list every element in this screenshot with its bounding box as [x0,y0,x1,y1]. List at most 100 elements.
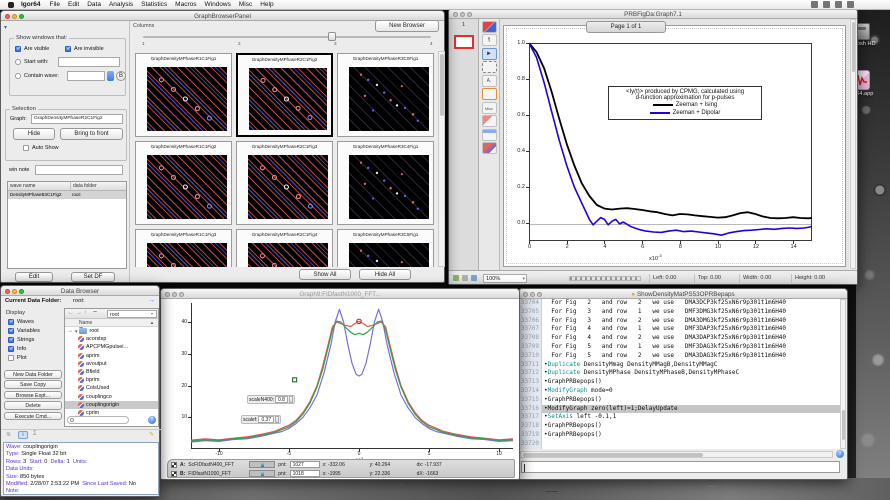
table-row[interactable]: DensityMPhaseB3C1Fig2 root: [8,191,126,199]
cursor-position-slider[interactable] [249,470,275,477]
layout-vscrollbar[interactable] [850,19,856,269]
tree-item-bfield[interactable]: Bfield [65,368,158,376]
variables-checkbox[interactable] [8,328,14,334]
code-line[interactable]: 33711•Duplicate DensityMmag DensityMMagB… [520,361,840,370]
graph-thumbnail[interactable]: GraphDensityMPhaseR2C1Fig4 [236,229,333,267]
code-line[interactable]: 33714•ModifyGraph mode=0 [520,387,840,396]
tree-item-root[interactable]: →▼root [65,327,158,335]
setvar-value[interactable]: 0.37 [258,416,274,423]
code-line[interactable]: 33707 For Fig 4 and row 1 we use DMF3DAP… [520,325,840,334]
graph-thumbnail[interactable]: GraphDensityMPhaseR2C1Fig3 [236,141,333,225]
draw-table-icon[interactable] [482,129,497,141]
setvar-scalef[interactable]: scalef: 0.37 [241,415,281,424]
wave-name-header[interactable]: wave name [8,182,70,191]
plot-checkbox[interactable] [8,355,14,361]
cdf-arrow-icon[interactable]: → [148,297,155,304]
win-note-field[interactable] [35,165,123,175]
scrollbar-thumb[interactable] [523,453,703,457]
command-line-input[interactable] [521,461,840,473]
browse-wave-button[interactable]: B [116,71,126,81]
igor-tool-icon[interactable] [482,21,497,33]
menu-windows[interactable]: Windows [204,1,230,8]
menu-statistics[interactable]: Statistics [141,1,167,8]
deletebutton[interactable]: Delete [4,401,62,410]
data-folder-header[interactable]: data folder [70,182,126,191]
cursor-style-icon[interactable] [171,462,177,468]
stepper-icon[interactable] [275,416,279,423]
back-icon[interactable]: ← [68,310,74,316]
code-line[interactable]: 33713•GraphPRBepops() [520,378,840,387]
hook-tool-icon[interactable]: § [482,34,497,46]
menu-edit[interactable]: Edit [68,1,79,8]
cursor-pnt-field[interactable]: 1018 [290,470,320,477]
code-line[interactable]: 33716•ModifyGraph zero(left)=1;DelayUpda… [520,405,840,414]
start-with-input[interactable] [58,57,120,67]
cmd-hscrollbar[interactable] [520,451,833,458]
status-icon-3[interactable] [835,1,842,8]
history-area[interactable]: 33704 For Fig 2 and row 2 we use DMA3DCP… [520,299,840,449]
app-menu[interactable]: Igor64 [21,1,41,8]
new-browser-button[interactable]: New Browser [375,20,439,32]
strings-checkbox[interactable] [8,337,14,343]
code-line[interactable]: 33710 For Fig 5 and row 2 we use DMA3DAG… [520,352,840,361]
tree-item-acorstsp[interactable]: acorstsp [65,335,158,343]
are-invisible-checkbox[interactable] [65,46,71,52]
tree-item-couplingco[interactable]: couplingco [65,393,158,401]
menu-file[interactable]: File [50,1,60,8]
rect-tool-icon[interactable] [482,88,497,100]
text-tool-icon[interactable]: A. [482,75,497,87]
disclosure-triangle[interactable]: ▼ [74,329,78,334]
statusbar-icon-1[interactable] [453,275,459,281]
contain-wave-radio[interactable] [15,73,21,79]
page-thumbnail[interactable] [454,35,474,49]
cursor-trace-name[interactable]: FIDfastN1000_FFT [188,471,246,477]
graph-name-field[interactable]: GraphDensityMPhaseR2C1Fig2 [31,114,123,124]
menu-help[interactable]: Help [260,1,273,8]
setvar-scaleN400[interactable]: scaleN400: 0.8 [247,395,295,404]
cmd-vscrollbar[interactable] [840,299,846,449]
code-line[interactable]: 33718•GraphPRBepops() [520,422,840,431]
set-df-button[interactable]: Set DF [71,272,115,282]
tree-item-colsused[interactable]: ColsUsed [65,384,158,392]
wave-table[interactable]: wave name data folder DensityMPhaseB3C1F… [7,181,127,269]
columns-slider-thumb[interactable] [328,32,336,41]
fft-titlebar[interactable]: Graph9:FIDfastN1000_FFT... [161,289,519,299]
setvar-value[interactable]: 0.8 [275,396,288,403]
code-line[interactable]: 33719•GraphPRBepops() [520,431,840,440]
hide-all-button[interactable]: Hide All [359,269,411,280]
tree-item-apcpmgpulsei[interactable]: APCPMGpulsei... [65,343,158,351]
hide-button[interactable]: Hide [13,128,55,140]
info-view-icon[interactable]: i [18,431,28,439]
code-line[interactable]: 33715•GraphPRBepops() [520,396,840,405]
status-icon-2[interactable] [823,1,830,8]
show-all-button[interactable]: Show All [299,269,351,280]
plot-legend[interactable]: <Iy(t)> produced by CPMG, calculated usi… [608,86,762,120]
code-line[interactable]: 33708 For Fig 4 and row 2 we use DMA3DAP… [520,334,840,343]
tree-item-bprim[interactable]: bprim [65,376,158,384]
statusbar-icon-3[interactable] [471,275,477,281]
command-titlebar[interactable]: ● ShowDensityMatPS53OPRBepaps [519,289,847,299]
cursor-trace-name[interactable]: ScFIDfastN400_FFT [188,462,246,468]
code-line[interactable]: 33706 For Fig 3 and row 2 we use DMA3DMG… [520,317,840,326]
cursor-pnt-field[interactable]: 1027 [290,461,320,468]
are-visible-checkbox[interactable] [15,46,21,52]
browse-expt-button[interactable]: Browse Expt... [4,391,62,400]
menu-misc[interactable]: Misc [239,1,252,8]
code-line[interactable]: 33704 For Fig 2 and row 2 we use DMA3DCP… [520,299,840,308]
graph-thumbnail[interactable]: GraphDensityMPhaseR3C5Fig1 [337,229,434,267]
columns-slider-track[interactable] [143,36,431,38]
code-line[interactable]: 33717•SetAxis left -0.1,1 [520,413,840,422]
wave-popup-stepper[interactable] [107,71,114,81]
draw-red-icon[interactable] [482,115,497,127]
graph-thumbnail[interactable]: GraphDensityMPhaseR3C0Fig1 [337,53,434,137]
graph-thumbnail[interactable]: GraphDensityMPhaseR3C4Fig1 [337,141,434,225]
status-icon-1[interactable] [811,1,818,8]
scrollbar-thumb[interactable] [842,410,845,440]
menu-macros[interactable]: Macros [175,1,196,8]
data-tree-pane[interactable]: ← → ↑ root ▾ Name▲ →▼rootacorstspAPCPMGp… [64,308,159,427]
thumbnail-scrollbar[interactable] [438,51,445,267]
data-browser-titlebar[interactable]: Data Browser [1,286,159,296]
graph-thumbnail[interactable]: GraphDensityMPhaseR1C1Fig3 [135,229,232,267]
contain-wave-input[interactable] [67,71,105,81]
code-line[interactable]: 33712•Duplicate DensityMPhase DensityMPh… [520,369,840,378]
